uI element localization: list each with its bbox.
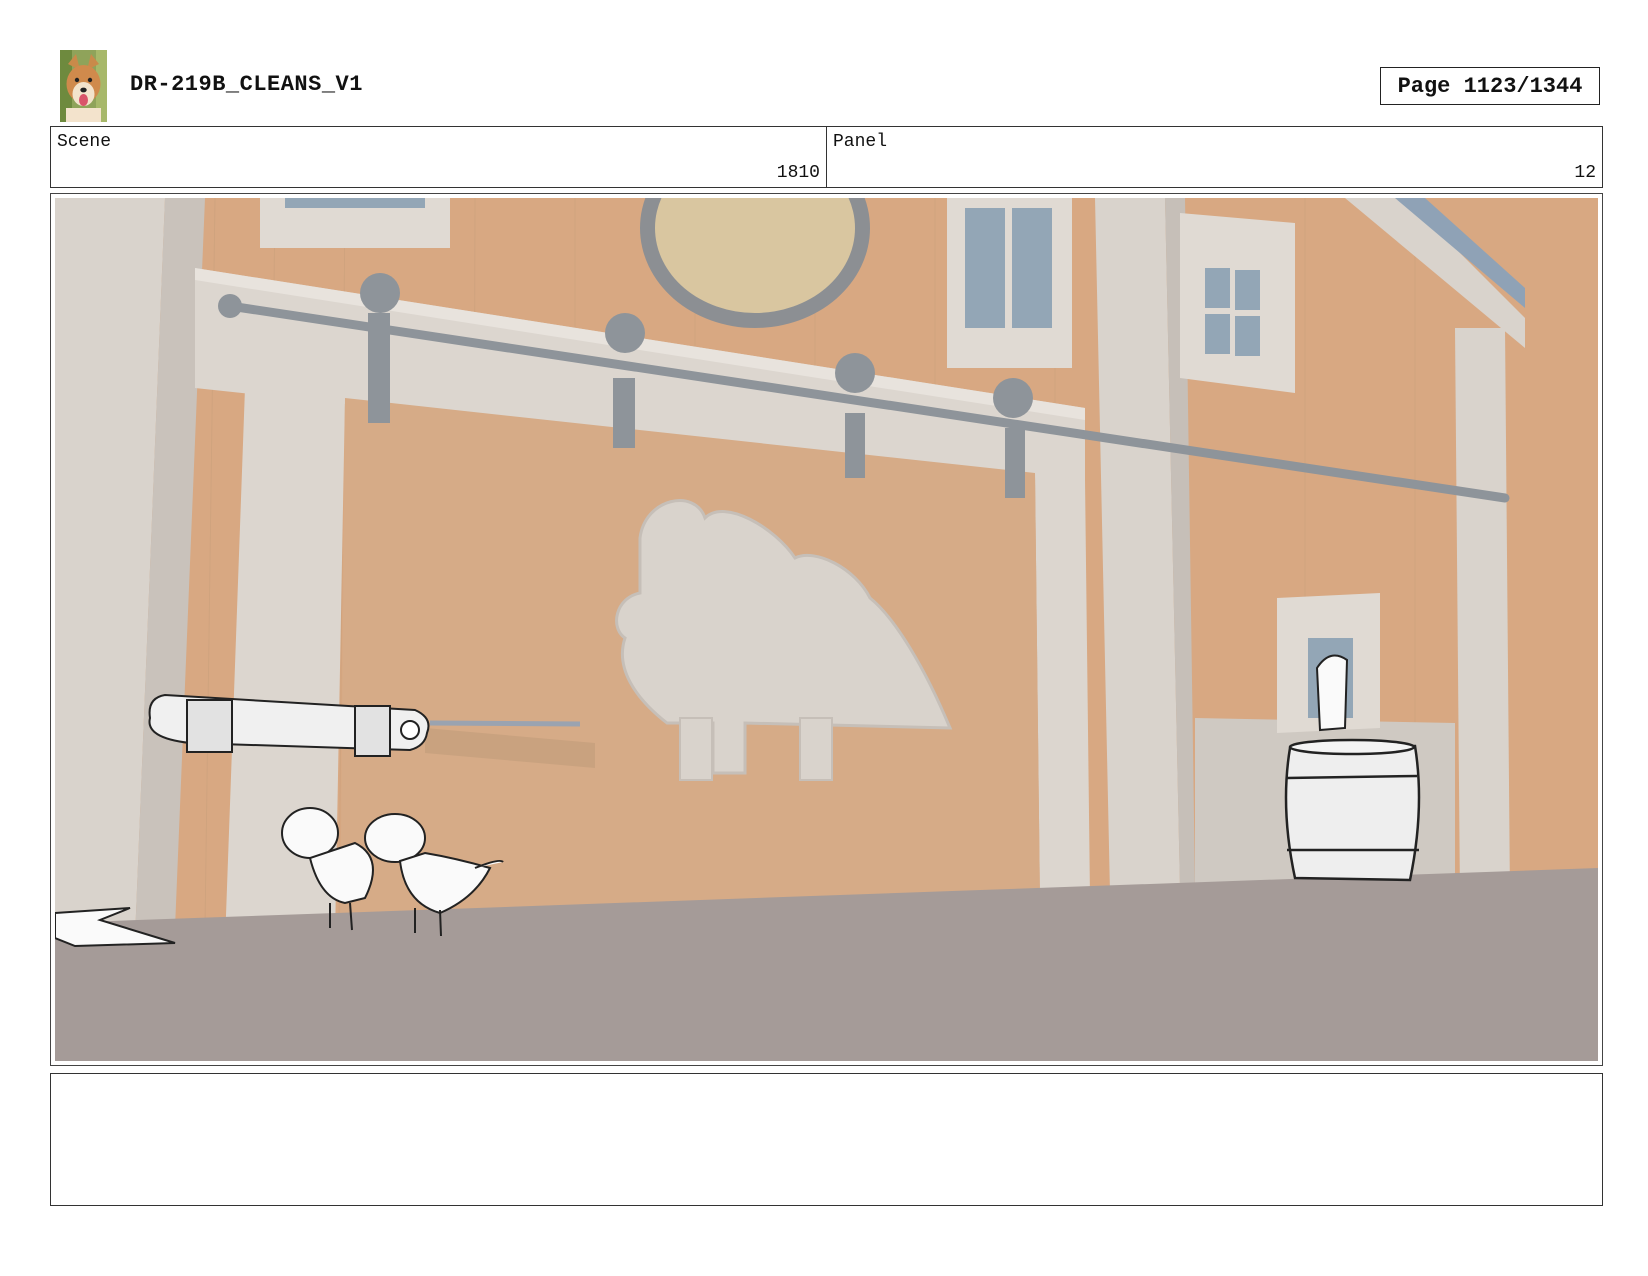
barn-scene-illustration: [55, 198, 1598, 1061]
panel-label: Panel: [833, 132, 888, 152]
dog-logo-icon: [60, 50, 107, 122]
scene-number: 1810: [776, 163, 820, 183]
scene-panel-info: Scene 1810 Panel 12: [50, 126, 1603, 188]
sketch-barrel: [1284, 738, 1421, 882]
panel-number: 12: [1574, 163, 1596, 183]
storyboard-frame: [50, 193, 1603, 1066]
scene-label: Scene: [57, 132, 112, 152]
notes-box: [50, 1073, 1603, 1206]
document-title: DR-219B_CLEANS_V1: [130, 72, 363, 97]
panel-cell: Panel 12: [827, 127, 1602, 187]
storyboard-image: [55, 198, 1598, 1061]
scene-cell: Scene 1810: [51, 127, 827, 187]
page-number: Page 1123/1344: [1380, 67, 1600, 105]
